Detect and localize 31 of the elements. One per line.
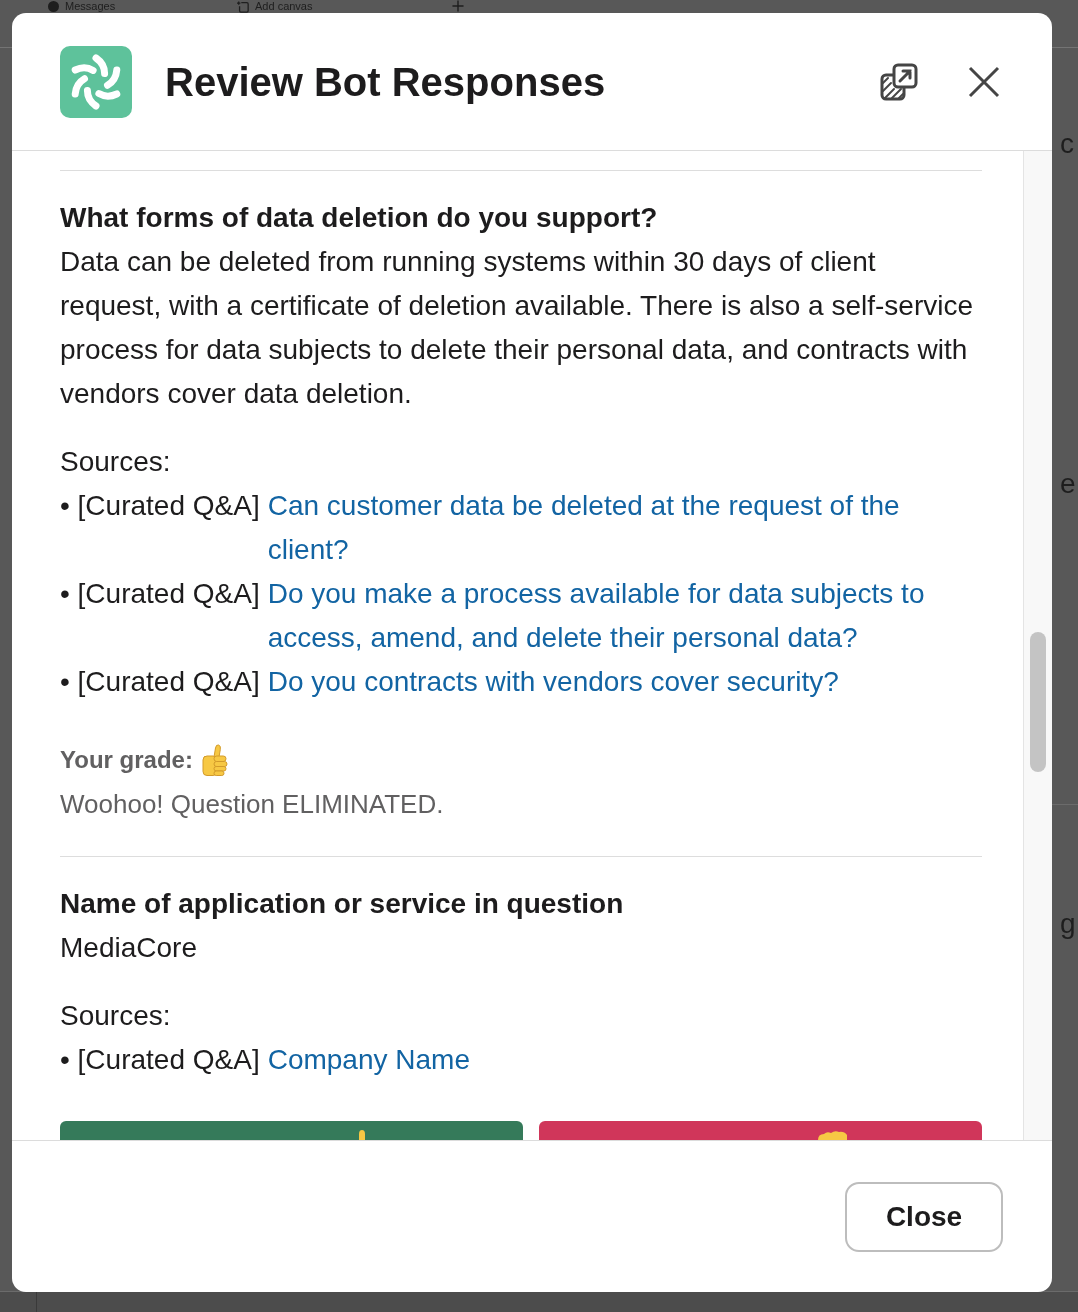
emoji-icon (817, 1130, 848, 1140)
source-label: • [Curated Q&A] (60, 1043, 261, 1077)
question-text: What forms of data deletion do you support? (60, 201, 659, 235)
source-link[interactable]: Company Name (267, 1038, 470, 1082)
source-label: • [Curated Q&A] (60, 577, 261, 611)
dot-icon (48, 1, 59, 12)
question-text: Name of application or service in question (60, 887, 625, 921)
source-label: • [Curated Q&A] (60, 665, 261, 699)
source-link[interactable]: Do you contracts with vendors cover security? (267, 660, 839, 704)
grade-label: Your grade: (60, 745, 193, 775)
source-link[interactable]: Can customer data be deleted at the request of the client? (267, 484, 982, 572)
partial-text: c (1059, 127, 1075, 161)
sources-heading: Sources: (60, 445, 172, 479)
action-button[interactable] (538, 1121, 982, 1140)
popout-icon (880, 62, 918, 101)
source-label: • [Curated Q&A] (60, 489, 261, 523)
source-link[interactable]: Do you make a process available for data subjects to access, amend, and delete their personal data? (267, 572, 982, 660)
close-icon (968, 65, 1000, 98)
partial-text: e (1059, 467, 1077, 501)
canvas-plus-icon (237, 0, 249, 13)
sources-heading: Sources: (60, 999, 172, 1033)
emoji-icon (358, 1130, 366, 1140)
app-logo-icon (60, 45, 132, 118)
plus-icon[interactable] (452, 0, 464, 12)
grade-feedback: Woohoo! Question ELIMINATED. (60, 788, 445, 821)
partial-text: g (1059, 907, 1077, 941)
answer-text: MediaCore (60, 931, 198, 965)
answer-text: Data can be deleted from running systems within 30 days of client request, with a certificate of deletion available. There is also a self-service process for data subjects to delete their personal data, and contracts with vendors cover data deletion. (60, 245, 975, 411)
dialog-title: Review Bot Responses (165, 58, 606, 106)
scrollbar-thumb[interactable] (1030, 632, 1046, 772)
close-button[interactable]: Close (845, 1181, 1003, 1252)
